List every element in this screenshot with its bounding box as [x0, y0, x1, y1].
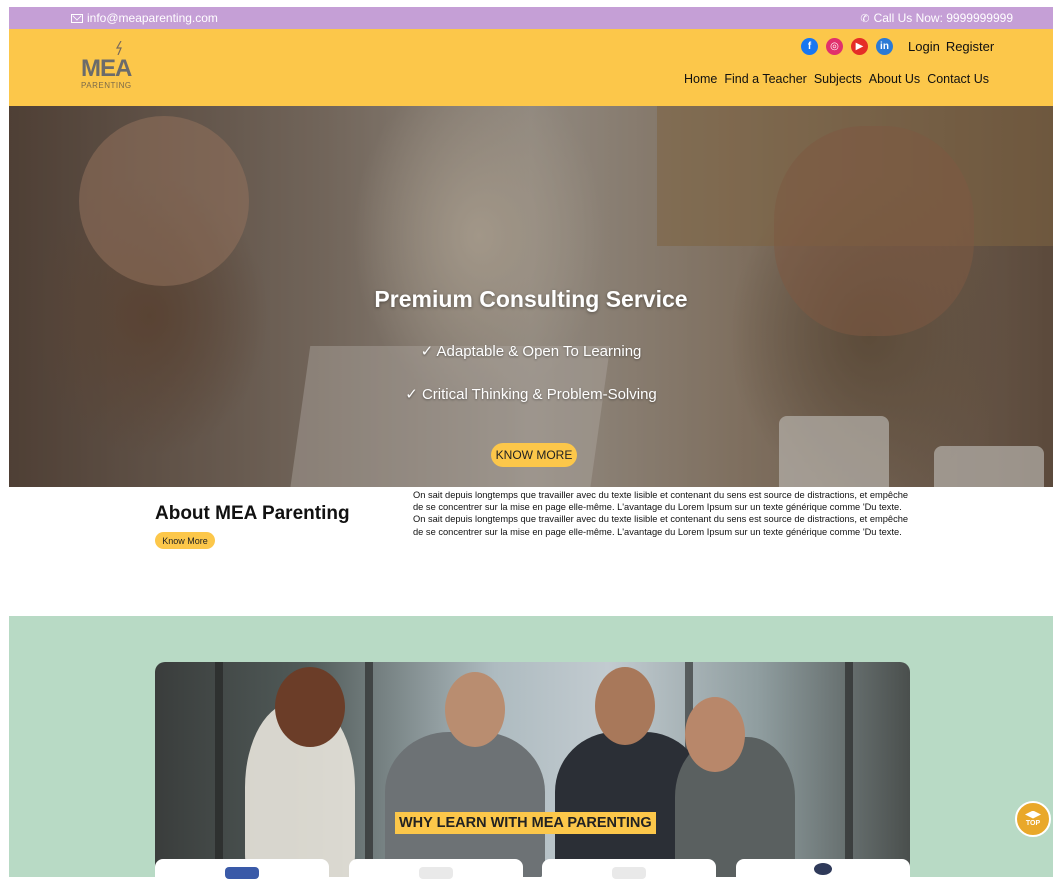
logo-text: MEA [81, 55, 132, 82]
hero-title: Premium Consulting Service [374, 286, 688, 312]
window-frame [215, 662, 223, 877]
window-frame [845, 662, 853, 877]
nav-find-teacher[interactable]: Find a Teacher [724, 72, 806, 86]
feature-card-icon [419, 867, 453, 879]
photo-person-man-glasses [385, 732, 545, 877]
scroll-to-top-button[interactable]: TOP [1015, 801, 1051, 837]
email-contact[interactable]: info@meaparenting.com [71, 11, 218, 25]
photo-person-man-glasses-head [445, 672, 505, 747]
about-description: On sait depuis longtemps que travailler … [413, 489, 913, 538]
feature-card[interactable] [736, 859, 910, 889]
email-text[interactable]: info@meaparenting.com [87, 11, 218, 25]
about-title: About MEA Parenting [155, 503, 350, 524]
nav-contact-us[interactable]: Contact Us [927, 72, 989, 86]
graduation-cap-icon [1025, 810, 1041, 819]
feature-card[interactable] [542, 859, 716, 889]
youtube-icon[interactable]: ▶ [851, 38, 868, 55]
nav-about-us[interactable]: About Us [869, 72, 920, 86]
about-paragraph-1: On sait depuis longtemps que travailler … [413, 490, 909, 513]
photo-person-man-beard-head [595, 667, 655, 745]
why-learn-image [155, 662, 910, 877]
phone-contact[interactable]: ✆ Call Us Now: 9999999999 [860, 11, 1013, 25]
login-link[interactable]: Login [908, 39, 940, 54]
photo-person-woman-right-head [685, 697, 745, 772]
site-logo[interactable]: MEA PARENTING [81, 41, 151, 97]
know-more-hero-button[interactable]: KNOW MORE [491, 443, 577, 467]
site-header: MEA PARENTING f ◎ ▶ in Login Register Ho… [9, 29, 1053, 106]
window-frame [365, 662, 373, 877]
envelope-icon [71, 13, 83, 23]
logo-bolt-icon [115, 41, 122, 55]
logo-subtext: PARENTING [81, 81, 132, 90]
top-contact-bar: info@meaparenting.com ✆ Call Us Now: 999… [9, 7, 1053, 29]
auth-links: Login Register [908, 39, 994, 54]
linkedin-icon[interactable]: in [876, 38, 893, 55]
why-learn-section [9, 616, 1053, 877]
hero-point-critical-thinking: ✓ Critical Thinking & Problem-Solving [405, 386, 657, 403]
hero-point-adaptable: ✓ Adaptable & Open To Learning [420, 343, 642, 360]
facebook-icon[interactable]: f [801, 38, 818, 55]
main-nav: Home Find a Teacher Subjects About Us Co… [684, 72, 989, 86]
photo-person-woman-left-hair [275, 667, 345, 747]
feature-card-icon [612, 867, 646, 879]
feature-card[interactable] [155, 859, 329, 889]
why-learn-heading: WHY LEARN WITH MEA PARENTING [395, 812, 656, 834]
nav-subjects[interactable]: Subjects [814, 72, 862, 86]
nav-home[interactable]: Home [684, 72, 717, 86]
feature-card-icon [814, 863, 832, 875]
register-link[interactable]: Register [946, 39, 994, 54]
about-paragraph-2: On sait depuis longtemps que travailler … [413, 514, 909, 537]
about-know-more-button[interactable]: Know More [155, 532, 215, 549]
instagram-icon[interactable]: ◎ [826, 38, 843, 55]
feature-card[interactable] [349, 859, 523, 889]
hero-banner: Premium Consulting Service ✓ Adaptable &… [9, 106, 1053, 487]
social-links: f ◎ ▶ in [801, 38, 893, 55]
scroll-top-label: TOP [1025, 819, 1041, 827]
feature-card-icon [225, 867, 259, 879]
phone-text[interactable]: Call Us Now: 9999999999 [874, 11, 1013, 25]
phone-icon: ✆ [860, 12, 870, 25]
